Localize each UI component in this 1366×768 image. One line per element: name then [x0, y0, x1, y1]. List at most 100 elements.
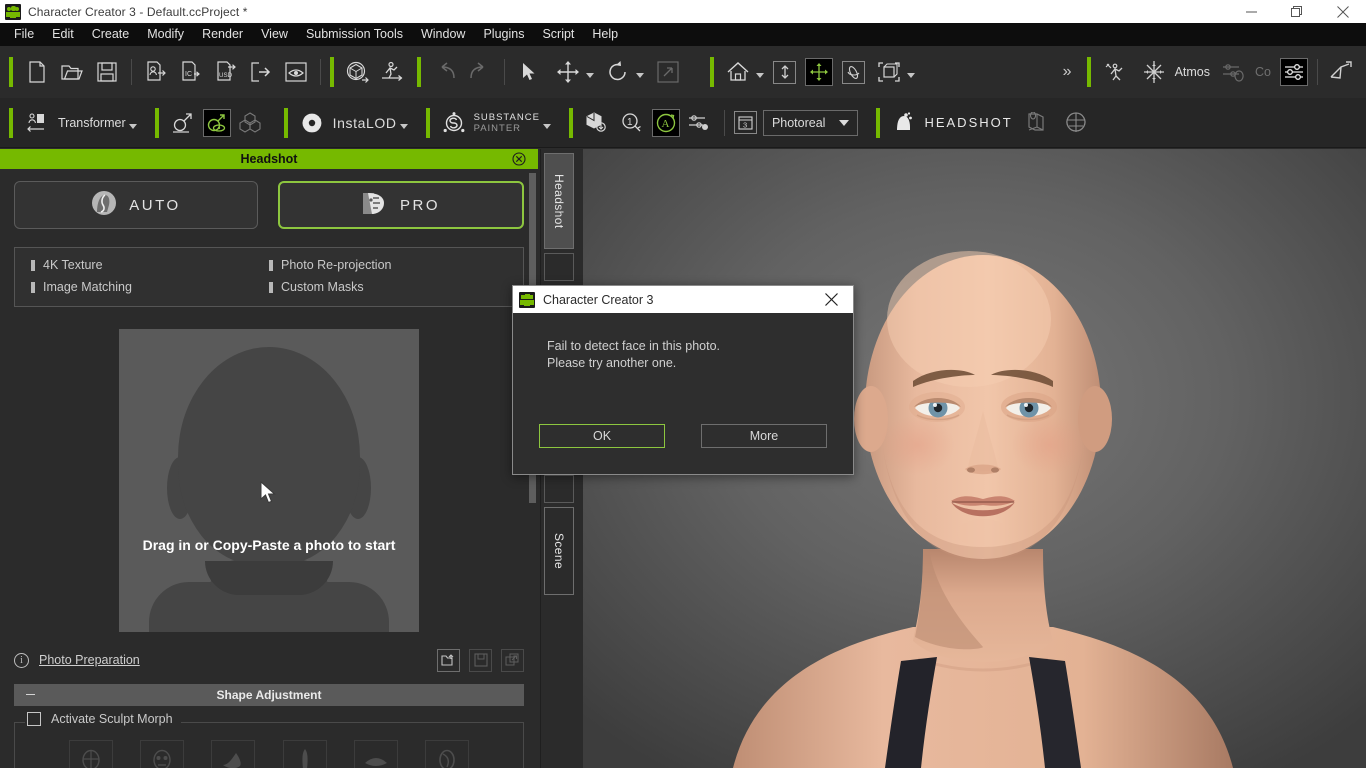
headshot-panel: Headshot AUTO PRO 4K Texture Photo Re-pr… [0, 149, 538, 768]
mouth-sculpt-icon[interactable] [425, 740, 470, 768]
photoreal-dropdown[interactable]: Photoreal [762, 109, 859, 136]
menu-view[interactable]: View [252, 23, 297, 46]
activate-sculpt-morph-label: Activate Sculpt Morph [51, 712, 173, 726]
panel-close-icon[interactable] [512, 152, 526, 166]
title-bar: Character Creator 3 - Default.ccProject … [0, 0, 1366, 23]
light-icon[interactable] [1327, 57, 1357, 87]
move-tool-icon[interactable] [553, 57, 583, 87]
import-character-icon[interactable] [141, 57, 171, 87]
fit-view-icon[interactable] [773, 60, 796, 84]
menu-window[interactable]: Window [412, 23, 474, 46]
head-mesh-icon[interactable] [1061, 108, 1091, 138]
redo-icon[interactable] [465, 57, 495, 87]
mesh-blocks-icon[interactable] [236, 108, 266, 138]
import-motion-icon[interactable] [378, 57, 408, 87]
render-settings-icon[interactable] [1280, 58, 1308, 86]
instalod-icon [297, 108, 327, 138]
svg-text:1: 1 [627, 117, 633, 128]
menu-submission-tools[interactable]: Submission Tools [297, 23, 412, 46]
frame-object-chevron-down-icon[interactable] [907, 73, 915, 78]
save-project-icon[interactable] [92, 57, 122, 87]
save-photo-icon[interactable] [469, 648, 492, 672]
home-view-icon[interactable] [723, 57, 753, 87]
toolbar-separator [131, 59, 132, 85]
morph-editor-icon[interactable] [202, 108, 231, 137]
instalod-button[interactable]: InstaLOD [297, 108, 408, 138]
expand-photo-icon[interactable] [501, 648, 524, 672]
dialog-close-icon[interactable] [809, 286, 853, 313]
instalod-chevron-down-icon[interactable] [399, 123, 408, 129]
photo-dropzone[interactable]: Drag in or Copy-Paste a photo to start [119, 329, 419, 632]
shape-adjustment-header[interactable]: Shape Adjustment [14, 684, 524, 706]
import-iclone-icon[interactable]: IC [176, 57, 206, 87]
auto-mode-button[interactable]: AUTO [14, 181, 258, 229]
menu-create[interactable]: Create [83, 23, 139, 46]
gender-morph-icon[interactable] [168, 108, 198, 138]
select-tool-icon[interactable] [514, 57, 544, 87]
substance-chevron-down-icon[interactable] [542, 123, 551, 129]
load-photo-icon[interactable] [437, 648, 460, 672]
import-usd-icon[interactable]: USD [211, 57, 241, 87]
eye-sculpt-icon[interactable] [353, 740, 398, 768]
headshot-panel-header: Headshot [0, 149, 538, 169]
rotate-tool-icon[interactable] [603, 57, 633, 87]
restore-icon[interactable] [1274, 0, 1320, 23]
render-options-icon[interactable] [685, 108, 715, 138]
minimize-icon[interactable] [1228, 0, 1274, 23]
new-project-icon[interactable] [22, 57, 52, 87]
instalod-label: InstaLOD [332, 114, 397, 131]
preview-icon[interactable] [281, 57, 311, 87]
scale-tool-icon[interactable] [653, 57, 683, 87]
calendar-icon[interactable]: 3 [733, 111, 757, 134]
brow-sculpt-icon[interactable] [282, 740, 327, 768]
import-3d-object-icon[interactable] [343, 57, 373, 87]
dock-tab-scene[interactable]: Scene [544, 507, 574, 595]
dialog-buttons: OK More [513, 424, 853, 448]
photo-preparation-link[interactable]: Photo Preparation [39, 653, 140, 667]
face-sculpt-icon[interactable] [139, 740, 184, 768]
menu-script[interactable]: Script [533, 23, 583, 46]
move-tool-chevron-down-icon[interactable] [586, 73, 594, 78]
dock-tab-stub-lower[interactable] [544, 475, 574, 503]
substance-painter-button[interactable]: SUBSTANCE PAINTER [439, 108, 551, 138]
pro-mode-button[interactable]: PRO [278, 181, 524, 229]
pro-mode-icon [362, 190, 388, 221]
atmosphere-icon[interactable] [1139, 57, 1169, 87]
pan-view-icon[interactable] [805, 58, 833, 86]
orbit-view-icon[interactable] [842, 60, 865, 84]
menu-edit[interactable]: Edit [43, 23, 83, 46]
home-view-chevron-down-icon[interactable] [756, 73, 764, 78]
menu-render[interactable]: Render [193, 23, 252, 46]
headshot-plugin-button[interactable]: HEADSHOT [889, 108, 1012, 138]
close-icon[interactable] [1320, 0, 1366, 23]
skingen-icon[interactable] [1022, 108, 1052, 138]
rotate-tool-chevron-down-icon[interactable] [636, 73, 644, 78]
more-button[interactable]: More [701, 424, 827, 448]
auto-setup-icon[interactable]: A [651, 108, 680, 137]
dock-tab-headshot[interactable]: Headshot [544, 153, 574, 249]
nose-sculpt-icon[interactable] [211, 740, 256, 768]
open-project-icon[interactable] [57, 57, 87, 87]
export-icon[interactable] [246, 57, 276, 87]
transformer-button[interactable]: Transformer [22, 108, 137, 138]
pose-icon[interactable] [1100, 57, 1130, 87]
collapse-minus-icon[interactable] [26, 694, 35, 695]
menu-plugins[interactable]: Plugins [474, 23, 533, 46]
frame-object-icon[interactable] [874, 57, 904, 87]
ok-button[interactable]: OK [539, 424, 665, 448]
activate-sculpt-morph-row[interactable]: Activate Sculpt Morph [27, 712, 181, 726]
menu-modify[interactable]: Modify [138, 23, 193, 46]
menu-file[interactable]: File [5, 23, 43, 46]
asset-cube-icon[interactable] [582, 108, 612, 138]
undo-icon[interactable] [430, 57, 460, 87]
overflow-chevron-icon[interactable]: » [1057, 63, 1078, 81]
info-icon[interactable]: i [14, 652, 29, 668]
menu-help[interactable]: Help [583, 23, 627, 46]
color-adjust-icon[interactable] [1219, 57, 1249, 87]
activate-sculpt-morph-checkbox[interactable] [27, 712, 41, 726]
transformer-chevron-down-icon[interactable] [128, 123, 137, 129]
error-dialog: Character Creator 3 Fail to detect face … [512, 285, 854, 475]
head-sculpt-icon[interactable] [68, 740, 113, 768]
dock-tab-stub-upper[interactable] [544, 253, 574, 281]
inspect-icon[interactable]: 1 [617, 108, 647, 138]
